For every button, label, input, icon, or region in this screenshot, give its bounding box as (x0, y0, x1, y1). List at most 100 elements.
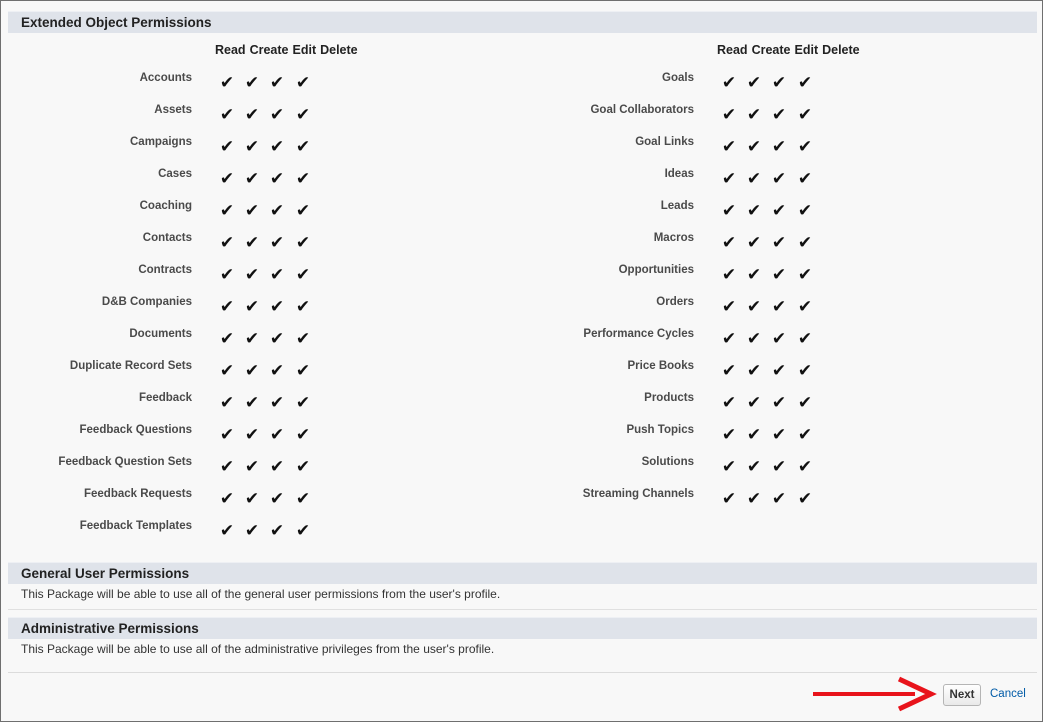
delete-check-icon: ✔ (295, 457, 311, 477)
create-check-icon: ✔ (244, 393, 260, 413)
edit-check-icon: ✔ (771, 297, 787, 317)
delete-check-icon: ✔ (797, 361, 813, 381)
edit-check-icon: ✔ (771, 489, 787, 509)
edit-check-icon: ✔ (269, 457, 285, 477)
create-check-icon: ✔ (746, 201, 762, 221)
create-check-icon: ✔ (244, 233, 260, 253)
edit-check-icon: ✔ (771, 233, 787, 253)
object-name-label: Orders (656, 296, 694, 308)
delete-check-icon: ✔ (295, 201, 311, 221)
read-check-icon: ✔ (721, 233, 737, 253)
delete-check-icon: ✔ (295, 297, 311, 317)
edit-check-icon: ✔ (269, 425, 285, 445)
object-name-label: Feedback Templates (79, 520, 192, 532)
create-check-icon: ✔ (244, 137, 260, 157)
general-permissions-description: This Package will be able to use all of … (21, 587, 501, 601)
create-check-icon: ✔ (746, 329, 762, 349)
next-button[interactable]: Next (943, 684, 981, 706)
col-header-delete: Delete (320, 43, 358, 57)
create-check-icon: ✔ (244, 265, 260, 285)
delete-check-icon: ✔ (797, 457, 813, 477)
edit-check-icon: ✔ (269, 105, 285, 125)
create-check-icon: ✔ (244, 201, 260, 221)
create-check-icon: ✔ (746, 265, 762, 285)
object-name-label: Solutions (641, 456, 694, 468)
delete-check-icon: ✔ (797, 169, 813, 189)
delete-check-icon: ✔ (295, 393, 311, 413)
edit-check-icon: ✔ (269, 489, 285, 509)
object-name-label: Push Topics (626, 424, 694, 436)
delete-check-icon: ✔ (797, 73, 813, 93)
create-check-icon: ✔ (746, 393, 762, 413)
permissions-panel: Extended Object Permissions Read Create Ed… (8, 11, 1037, 715)
create-check-icon: ✔ (244, 105, 260, 125)
right-column-headers: Read Create Edit Delete (717, 43, 864, 57)
edit-check-icon: ✔ (269, 361, 285, 381)
edit-check-icon: ✔ (269, 265, 285, 285)
create-check-icon: ✔ (746, 233, 762, 253)
edit-check-icon: ✔ (269, 393, 285, 413)
edit-check-icon: ✔ (269, 297, 285, 317)
create-check-icon: ✔ (244, 489, 260, 509)
edit-check-icon: ✔ (771, 137, 787, 157)
edit-check-icon: ✔ (269, 137, 285, 157)
read-check-icon: ✔ (219, 457, 235, 477)
extended-permissions-title: Extended Object Permissions (21, 15, 212, 30)
delete-check-icon: ✔ (295, 137, 311, 157)
general-permissions-header: General User Permissions (8, 562, 1037, 584)
read-check-icon: ✔ (219, 233, 235, 253)
read-check-icon: ✔ (721, 329, 737, 349)
delete-check-icon: ✔ (797, 297, 813, 317)
create-check-icon: ✔ (244, 329, 260, 349)
extended-permissions-header: Extended Object Permissions (8, 11, 1037, 33)
general-permissions-title: General User Permissions (21, 566, 190, 581)
object-name-label: Assets (154, 104, 192, 116)
read-check-icon: ✔ (219, 105, 235, 125)
read-check-icon: ✔ (721, 265, 737, 285)
read-check-icon: ✔ (219, 265, 235, 285)
left-column-headers: Read Create Edit Delete (215, 43, 362, 57)
admin-permissions-header: Administrative Permissions (8, 617, 1037, 639)
create-check-icon: ✔ (746, 73, 762, 93)
delete-check-icon: ✔ (797, 201, 813, 221)
create-check-icon: ✔ (244, 73, 260, 93)
read-check-icon: ✔ (219, 297, 235, 317)
object-name-label: Duplicate Record Sets (69, 360, 192, 372)
cancel-link[interactable]: Cancel (990, 688, 1026, 700)
object-name-label: Feedback Question Sets (58, 456, 192, 468)
delete-check-icon: ✔ (295, 489, 311, 509)
edit-check-icon: ✔ (771, 457, 787, 477)
delete-check-icon: ✔ (295, 73, 311, 93)
read-check-icon: ✔ (721, 489, 737, 509)
object-name-label: Cases (158, 168, 192, 180)
object-name-label: Contracts (138, 264, 192, 276)
read-check-icon: ✔ (721, 201, 737, 221)
read-check-icon: ✔ (219, 201, 235, 221)
delete-check-icon: ✔ (295, 425, 311, 445)
edit-check-icon: ✔ (771, 361, 787, 381)
delete-check-icon: ✔ (797, 425, 813, 445)
create-check-icon: ✔ (746, 137, 762, 157)
create-check-icon: ✔ (746, 425, 762, 445)
col-header-read: Read (717, 43, 748, 57)
object-name-label: Goal Links (635, 136, 694, 148)
object-name-label: Performance Cycles (583, 328, 694, 340)
read-check-icon: ✔ (721, 297, 737, 317)
edit-check-icon: ✔ (269, 329, 285, 349)
create-check-icon: ✔ (746, 297, 762, 317)
edit-check-icon: ✔ (771, 201, 787, 221)
read-check-icon: ✔ (721, 73, 737, 93)
read-check-icon: ✔ (721, 361, 737, 381)
package-permissions-page: Extended Object Permissions Read Create Ed… (0, 0, 1043, 722)
admin-permissions-description: This Package will be able to use all of … (21, 642, 495, 656)
edit-check-icon: ✔ (771, 425, 787, 445)
object-name-label: Leads (660, 200, 694, 212)
read-check-icon: ✔ (219, 521, 235, 541)
create-check-icon: ✔ (244, 425, 260, 445)
read-check-icon: ✔ (219, 137, 235, 157)
delete-check-icon: ✔ (295, 265, 311, 285)
delete-check-icon: ✔ (295, 233, 311, 253)
create-check-icon: ✔ (746, 489, 762, 509)
object-name-label: Price Books (627, 360, 694, 372)
object-name-label: Documents (129, 328, 192, 340)
